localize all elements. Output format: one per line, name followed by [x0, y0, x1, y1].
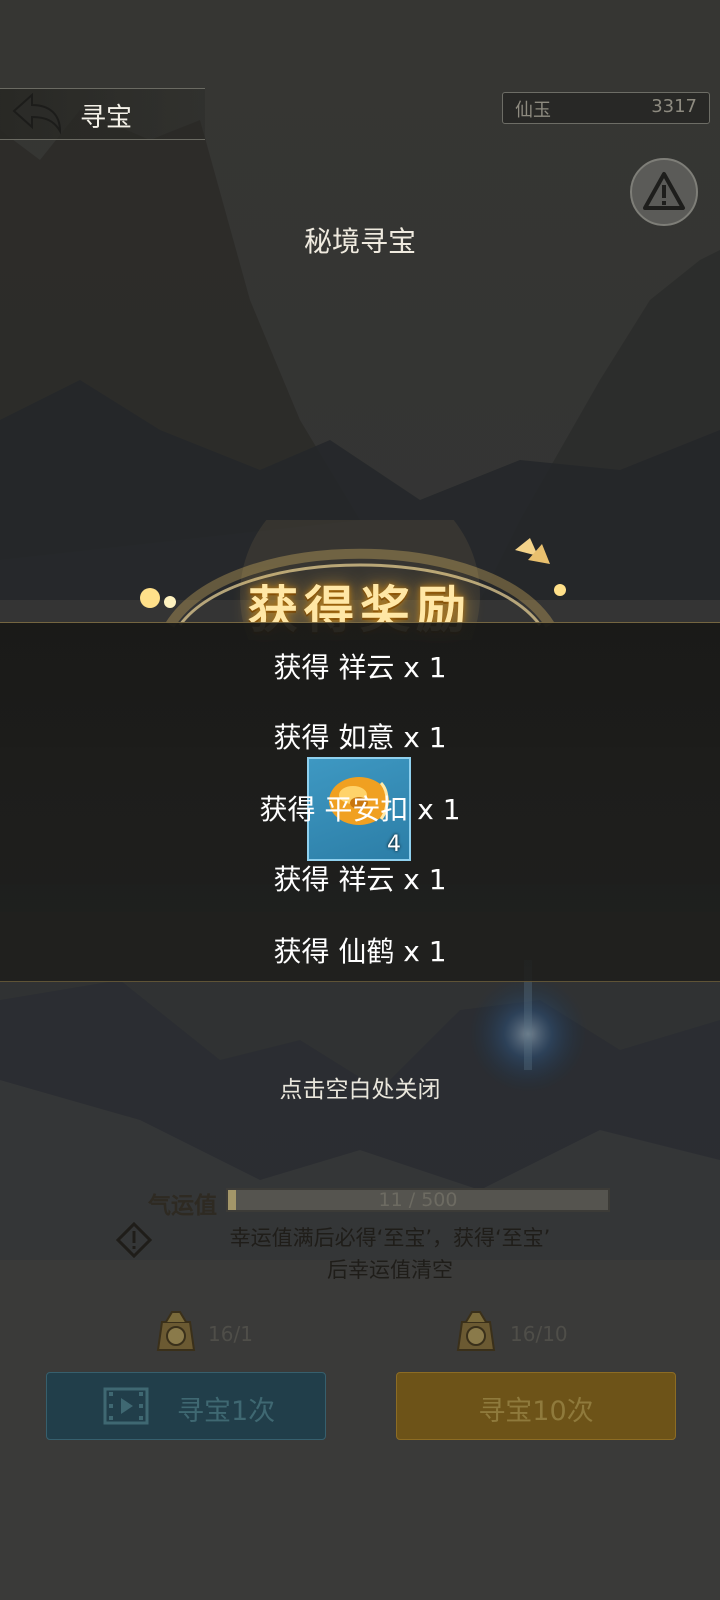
warning-button[interactable]: [630, 158, 698, 226]
once-cost: 16/1: [208, 1322, 253, 1346]
reward-line-5: 获得 仙鹤 x 1: [273, 935, 447, 968]
reward-line-1: 获得 祥云 x 1: [273, 651, 447, 684]
back-button[interactable]: 寻宝: [0, 88, 205, 140]
luck-description: 幸运值满后必得‘至宝’，获得‘至宝’ 后幸运值清空: [160, 1222, 620, 1286]
close-hint: 点击空白处关闭: [279, 1077, 441, 1103]
back-arrow-icon: [12, 93, 62, 135]
coin-pouch-icon: [456, 1311, 496, 1351]
reward-line-3: 获得 平安扣 x 1: [259, 793, 461, 826]
luck-progress-text: 11 / 500: [378, 1189, 458, 1211]
draw-once-button[interactable]: 寻宝1次: [46, 1372, 326, 1440]
luck-label: 气运值: [148, 1192, 217, 1219]
info-icon: [116, 1222, 152, 1258]
luck-progress-bar: 11 / 500: [226, 1188, 610, 1212]
currency-label: 仙玉: [515, 100, 551, 121]
currency-value: 3317: [651, 96, 697, 117]
currency-display: 仙玉 3317: [502, 92, 710, 124]
coin-pouch-icon: [156, 1311, 196, 1351]
reward-line-4: 获得 祥云 x 1: [273, 863, 447, 896]
reward-line-2: 获得 如意 x 1: [273, 721, 447, 754]
warning-icon: [643, 172, 685, 210]
draw-ten-label: 寻宝10次: [478, 1396, 594, 1427]
ten-cost: 16/10: [510, 1322, 568, 1346]
luck-description-line-2: 后幸运值清空: [327, 1258, 453, 1282]
draw-ten-button[interactable]: 寻宝10次: [396, 1372, 676, 1440]
luck-description-line-1: 幸运值满后必得‘至宝’，获得‘至宝’: [229, 1226, 551, 1250]
page-title: 寻宝: [80, 103, 133, 133]
section-title: 秘境寻宝: [303, 225, 416, 258]
video-icon: [103, 1387, 149, 1425]
draw-once-label: 寻宝1次: [177, 1396, 276, 1427]
top-bar: 寻宝 仙玉 3317: [0, 86, 720, 140]
item-count: 4: [387, 832, 401, 857]
